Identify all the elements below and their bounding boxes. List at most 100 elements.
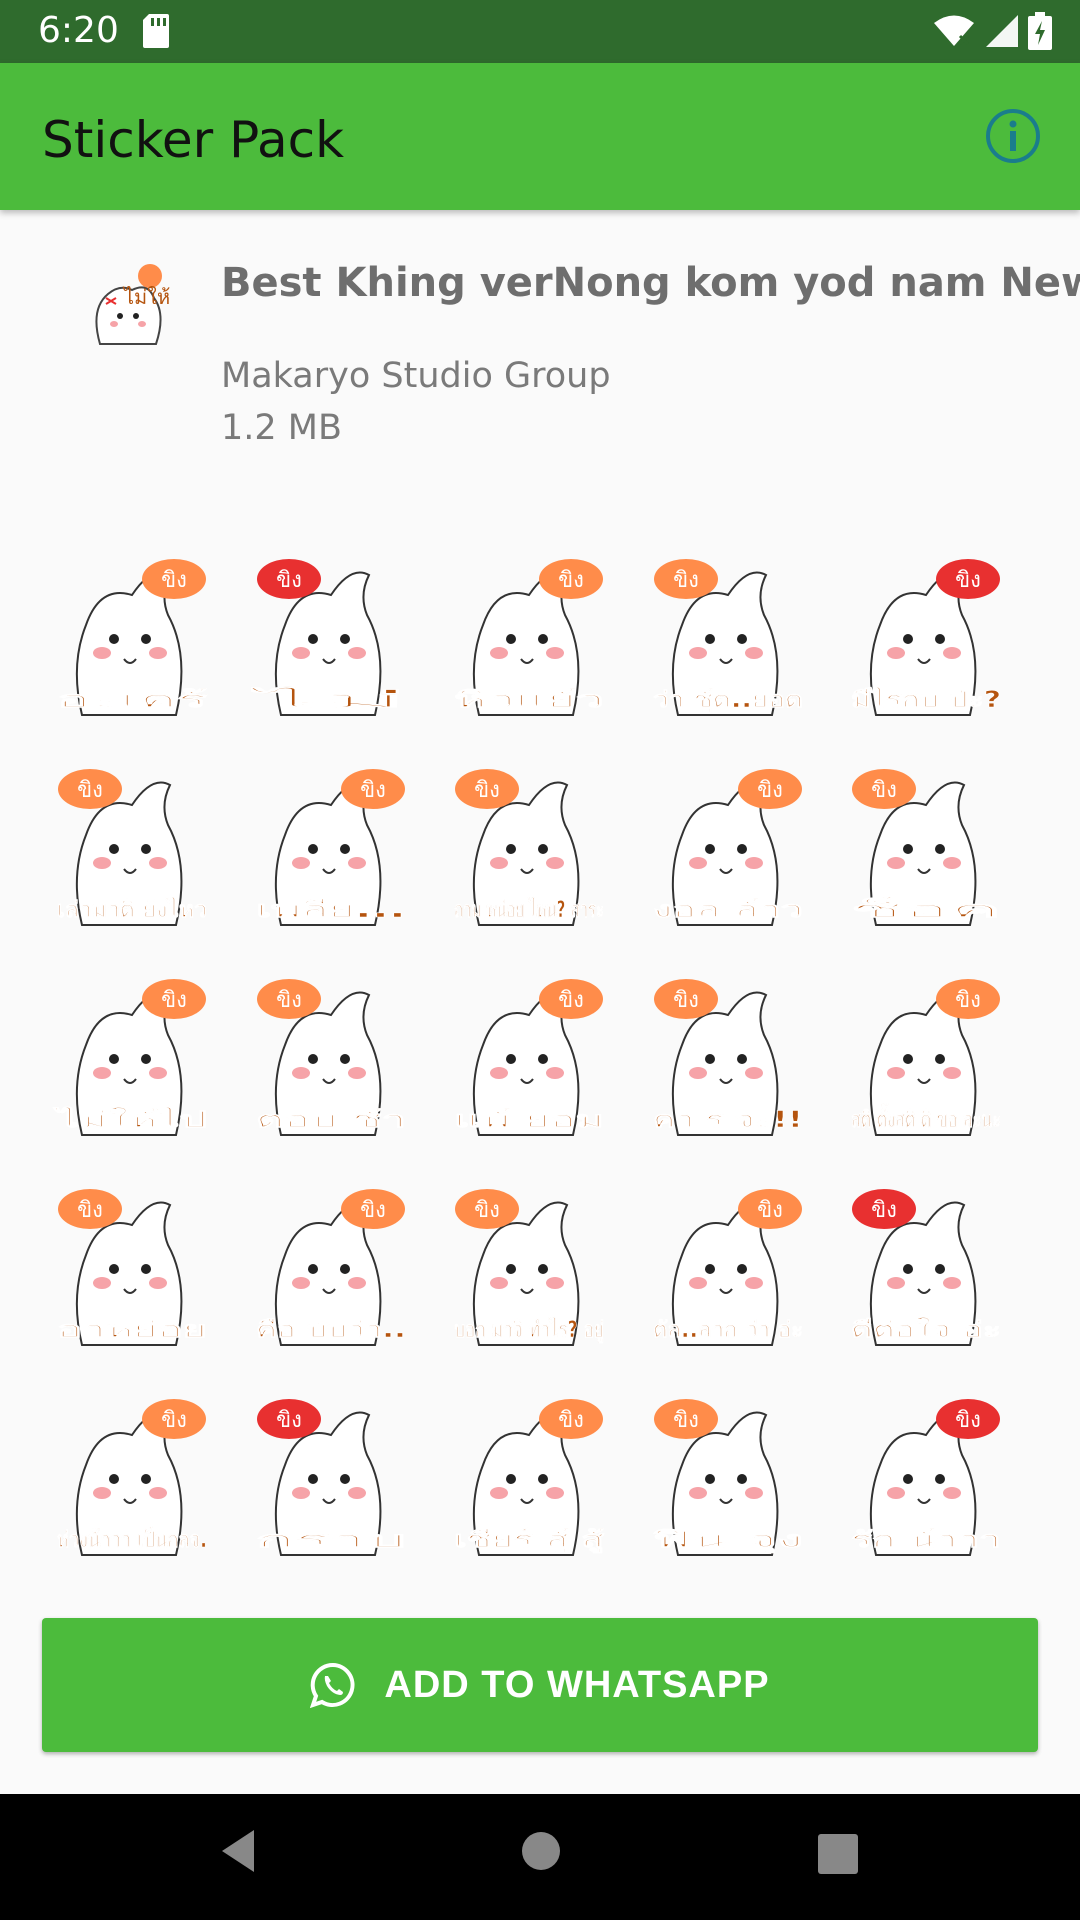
sticker-text: ไม่ให้ไป (53, 1106, 207, 1133)
sticker-item[interactable]: ขิง ตอบ ช้า (251, 975, 411, 1145)
sticker-text: อาหย่อย (57, 1318, 207, 1343)
sticker-text: คือ บับว่า.. (256, 1318, 406, 1343)
sticker-badge-text: ขิง (757, 1198, 783, 1223)
home-icon[interactable] (522, 1832, 560, 1870)
sticker-image: ขิงตอบ ช้า (255, 979, 406, 1136)
sticker-text: งอล ล้าว (653, 898, 803, 923)
status-bar: 6:20 (0, 0, 1080, 63)
sticker-badge-text: ขิง (276, 1408, 302, 1433)
sticker-text: ดีต่อใจ อ่ะ (851, 1316, 1001, 1343)
sticker-image: ขิงอาหย่อย (57, 1189, 207, 1346)
sticker-image: ขิงอะเคร้ (57, 559, 208, 716)
sticker-image: ขิงคือ บับว่า.. (255, 1189, 406, 1346)
sticker-image: ขิงตัล..ลาก ว่า อ่ะ (652, 1189, 803, 1346)
sticker-badge-text: ขิง (757, 778, 783, 803)
sticker-item[interactable]: ขิง ว่า ชู้ด..ยอด (648, 555, 808, 725)
sticker-item[interactable]: ขิงตัล..ลาก ว่า อ่ะ (648, 1185, 808, 1355)
sticker-image: ขิงสติ ตั้งสติ ดิ ขอ ละนะ (851, 979, 1001, 1136)
sticker-text: ไม่ (251, 686, 406, 713)
sticker-badge-text: ขิง (77, 1198, 103, 1223)
sticker-item[interactable]: ขิงช็อค (846, 765, 1006, 935)
sticker-text: มีไรกับ ป่ะ? (851, 686, 1001, 713)
sticker-image: ขิงเชียร์ สู้ สู้ (454, 1399, 605, 1556)
sticker-text: เล่ามาดิ ยังไหว (57, 896, 207, 923)
sticker-badge-text: ขิง (673, 988, 699, 1013)
sticker-text: ตัล..ลาก ว่า อ่ะ (653, 1318, 803, 1343)
sticker-text: ว่า ชู้ด..ยอด (653, 688, 803, 714)
sticker-item[interactable]: ขิง เพลีย... (251, 765, 411, 935)
sticker-badge-text: ขิง (955, 1408, 981, 1433)
pack-header: ไม่ให้ Best Khing verNong kom yod nam Ne… (0, 210, 1080, 510)
sticker-image: ขิงห่วงน้าาา เป็นกลจ. (57, 1399, 207, 1556)
status-time: 6:20 (38, 10, 119, 51)
sticker-image: ขิงถาม หน่อย ไหน? สาระ (454, 769, 604, 926)
add-to-whatsapp-label: ADD TO WHATSAPP (384, 1663, 770, 1706)
sticker-badge-text: ขิง (673, 1408, 699, 1433)
sticker-badge-text: ขิง (360, 778, 386, 803)
sticker-text: ห่วงน้าาา เป็นกลจ. (57, 1525, 207, 1553)
sticker-text: ช็อค (851, 895, 1001, 923)
sd-card-icon (143, 14, 169, 48)
sticker-item[interactable]: ขิงบอก มาจิ ทำไร? อยู่ (449, 1185, 609, 1355)
sticker-text: กราบ (256, 1528, 406, 1553)
back-icon[interactable] (218, 1828, 258, 1874)
sticker-item[interactable]: ขิง เชียร์ สู้ สู้ (449, 1395, 609, 1565)
sticker-image: ขิงบอก มาจิ ทำไร? อยู่ (454, 1189, 604, 1346)
sticker-item[interactable]: ขิงห่วงน้าาา เป็นกลจ. (52, 1395, 212, 1565)
sticker-item[interactable]: ขิงรัก น้าาา (846, 1395, 1006, 1565)
sticker-item[interactable]: ขิงคือ บับว่า.. (251, 1185, 411, 1355)
sticker-item[interactable]: ขิง ไม่ให้ไป (52, 975, 212, 1145)
sticker-text: หิวแย้ว (454, 688, 604, 713)
info-icon[interactable] (984, 107, 1042, 165)
sticker-item[interactable]: ขิงถาม หน่อย ไหน? สาระ (449, 765, 609, 935)
sticker-image: ขิงว่า ชู้ด..ยอด (652, 559, 803, 716)
pack-publisher: Makaryo Studio Group (221, 356, 611, 396)
sticker-item[interactable]: ขิงกราบ (251, 1395, 411, 1565)
sticker-item[interactable]: ขิง ฟิน จุง (648, 1395, 808, 1565)
add-to-whatsapp-button[interactable]: ADD TO WHATSAPP (42, 1618, 1038, 1752)
sticker-item[interactable]: ขิงดีต่อใจ อ่ะ (846, 1185, 1006, 1355)
sticker-text: รัก น้าาา (851, 1528, 1001, 1553)
sticker-image: ขิงเล่ามาดิ ยังไหว (57, 769, 207, 926)
wifi-icon (934, 15, 974, 46)
app-title: Sticker Pack (42, 111, 345, 169)
sticker-image: ขิงคา ร จะ!! (652, 979, 803, 1136)
sticker-item[interactable]: ขิง เล่ามาดิ ยังไหว (52, 765, 212, 935)
sticker-badge-text: ขิง (161, 1408, 187, 1433)
sticker-item[interactable]: ขิง คา ร จะ!! (648, 975, 808, 1145)
sticker-image: ขิงงอล ล้าว (652, 769, 803, 926)
sticker-item[interactable]: ขิง อะเคร้ (52, 555, 212, 725)
sticker-image: ขิงรัก น้าาา (851, 1399, 1001, 1556)
cell-signal-icon (986, 15, 1018, 47)
sticker-image: ขิงฟิน จุง (652, 1399, 803, 1556)
sticker-badge-text: ขิง (871, 1198, 897, 1223)
pack-name: Best Khing verNong kom yod nam New (221, 260, 1080, 306)
sticker-item[interactable]: ขิงแพ้ ยอม (449, 975, 609, 1145)
sticker-text: ถาม หน่อย ไหน? สาระ (454, 896, 604, 923)
sticker-badge-text: ขิง (474, 1198, 500, 1223)
sticker-badge-text: ขิง (871, 778, 897, 803)
sticker-image: ขิงกราบ (255, 1399, 406, 1556)
navigation-bar (0, 1794, 1080, 1920)
recents-icon[interactable] (818, 1834, 858, 1874)
sticker-item[interactable]: ขิงมีไรกับ ป่ะ? (846, 555, 1006, 725)
sticker-item[interactable]: ขิง หิวแย้ว (449, 555, 609, 725)
sticker-image: ขิงไม่ให้ไป (53, 979, 207, 1136)
sticker-image: ขิงเพลีย... (255, 769, 406, 926)
sticker-item[interactable]: ขิงงอล ล้าว (648, 765, 808, 935)
sticker-image: ขิงแพ้ ยอม (454, 979, 604, 1136)
tray-icon: ไม่ให้ (95, 264, 170, 345)
sticker-badge-text: ขิง (558, 988, 584, 1013)
battery-icon (1028, 12, 1052, 50)
sticker-badge-text: ขิง (955, 568, 981, 593)
sticker-item[interactable]: ขิง ไม่ (243, 555, 411, 725)
sticker-text: แพ้ ยอม (454, 1108, 604, 1133)
app-bar: Sticker Pack (0, 63, 1080, 210)
pack-size: 1.2 MB (221, 408, 342, 448)
sticker-item[interactable]: ขิงสติ ตั้งสติ ดิ ขอ ละนะ (846, 975, 1006, 1145)
sticker-badge-text: ขิง (360, 1198, 386, 1223)
sticker-item[interactable]: ขิงอาหย่อย (52, 1185, 212, 1355)
sticker-text: ตอบ ช้า (256, 1108, 406, 1133)
sticker-badge-text: ขิง (161, 568, 187, 593)
sticker-image: ขิงหิวแย้ว (454, 559, 604, 716)
